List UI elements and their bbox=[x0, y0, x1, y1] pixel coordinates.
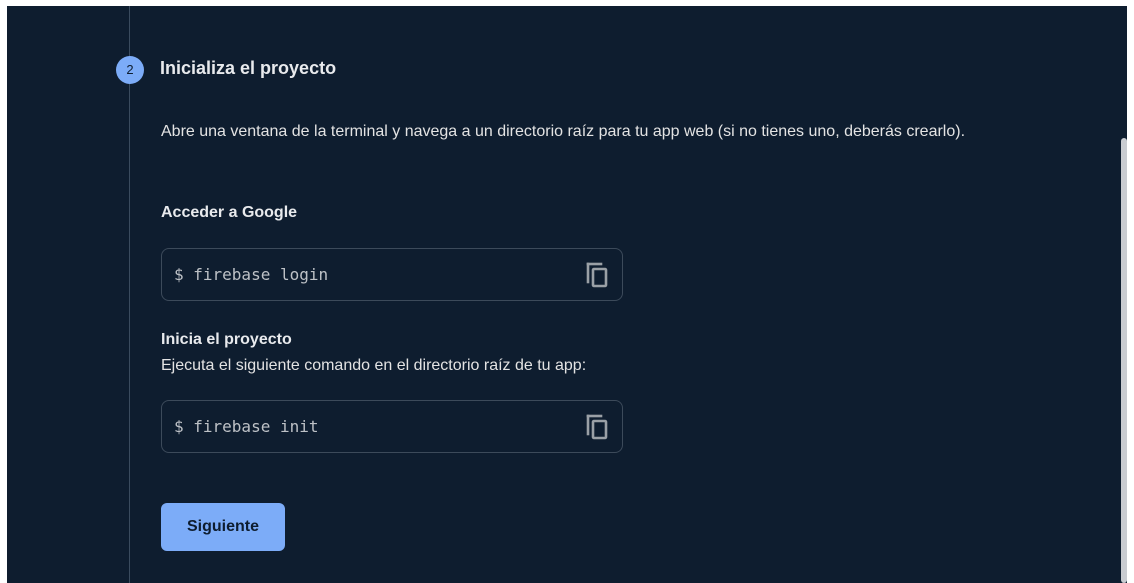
next-button[interactable]: Siguiente bbox=[161, 503, 285, 551]
page: 2 Inicializa el proyecto Abre una ventan… bbox=[0, 0, 1134, 583]
login-section-label: Acceder a Google bbox=[161, 204, 298, 221]
init-section-description: Ejecuta el siguiente comando en el direc… bbox=[161, 357, 587, 374]
step-description: Abre una ventana de la terminal y navega… bbox=[161, 123, 966, 140]
scrollbar-thumb[interactable] bbox=[1121, 138, 1127, 583]
step-number-badge: 2 bbox=[116, 56, 144, 84]
login-command-box: $ firebase login bbox=[161, 248, 623, 301]
timeline-line bbox=[129, 6, 130, 583]
scrollbar-track[interactable] bbox=[1119, 6, 1127, 583]
copy-init-command-button[interactable] bbox=[582, 412, 612, 442]
init-command-box: $ firebase init bbox=[161, 400, 623, 453]
login-command-text: $ firebase login bbox=[174, 265, 329, 284]
step-title: Inicializa el proyecto bbox=[160, 58, 337, 78]
init-section-label: Inicia el proyecto bbox=[161, 331, 292, 348]
copy-login-command-button[interactable] bbox=[582, 260, 612, 290]
init-command-text: $ firebase init bbox=[174, 417, 319, 436]
setup-panel: 2 Inicializa el proyecto Abre una ventan… bbox=[7, 6, 1127, 583]
copy-icon bbox=[586, 414, 608, 440]
copy-icon bbox=[586, 262, 608, 288]
